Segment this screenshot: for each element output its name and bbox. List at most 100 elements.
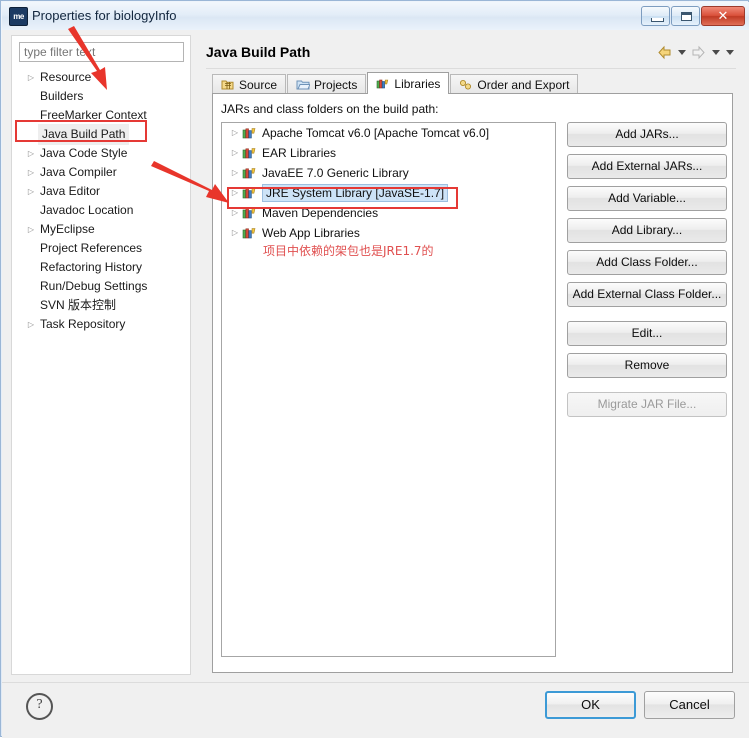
sidebar-item-resource[interactable]: ▷ Resource <box>12 68 192 87</box>
sidebar-item-refactoring-history[interactable]: Refactoring History <box>12 258 192 277</box>
settings-tree: ▷ Resource Builders FreeMarker Context Java … <box>12 68 192 334</box>
library-row[interactable]: ▷ Apache Tomcat v6.0 [Apache Tomcat v6.0] <box>222 123 555 143</box>
source-folder-icon <box>221 78 235 91</box>
forward-arrow-icon <box>690 44 707 61</box>
library-row[interactable]: ▷ JavaEE 7.0 Generic Library <box>222 163 555 183</box>
sidebar-item-java-code-style[interactable]: ▷ Java Code Style <box>12 144 192 163</box>
expand-arrow-icon[interactable]: ▷ <box>228 183 242 203</box>
sidebar-item-run-debug-settings[interactable]: Run/Debug Settings <box>12 277 192 296</box>
sidebar-item-task-repository[interactable]: ▷ Task Repository <box>12 315 192 334</box>
myeclipse-icon: me <box>9 7 28 26</box>
view-menu-icon[interactable] <box>724 44 735 60</box>
sidebar-item-myeclipse[interactable]: ▷ MyEclipse <box>12 220 192 239</box>
page-nav <box>656 42 735 62</box>
library-label: Apache Tomcat v6.0 [Apache Tomcat v6.0] <box>262 126 490 140</box>
libraries-button-column: Add JARs... Add External JARs... Add Varia… <box>567 122 727 424</box>
library-row[interactable]: ▷ Maven Dependencies <box>222 203 555 223</box>
maximize-button[interactable] <box>671 6 700 26</box>
expand-arrow-icon[interactable]: ▷ <box>24 220 38 239</box>
library-label: EAR Libraries <box>262 146 337 160</box>
sidebar-item-builders[interactable]: Builders <box>12 87 192 106</box>
library-label: Web App Libraries <box>262 226 360 240</box>
library-row[interactable]: ▷ EAR Libraries <box>222 143 555 163</box>
tab-source[interactable]: Source <box>212 74 287 94</box>
title-separator <box>206 68 736 69</box>
sidebar-item-java-compiler[interactable]: ▷ Java Compiler <box>12 163 192 182</box>
filter-input[interactable] <box>19 42 184 62</box>
projects-folder-icon <box>296 78 311 91</box>
libraries-tab-panel: JARs and class folders on the build path… <box>212 93 733 673</box>
add-class-folder-button[interactable]: Add Class Folder... <box>567 250 727 275</box>
sidebar-item-label: Resource <box>40 70 92 84</box>
tab-label: Order and Export <box>477 77 570 92</box>
title-bar: me Properties for biologyInfo ✕ <box>2 2 749 30</box>
library-row[interactable]: ▷ JRE System Library [JavaSE-1.7] <box>222 183 555 203</box>
library-icon <box>242 146 258 160</box>
tab-libraries[interactable]: Libraries <box>367 72 450 94</box>
expand-arrow-icon[interactable]: ▷ <box>228 163 242 183</box>
dialog-footer: ? OK Cancel <box>2 682 749 738</box>
libraries-list[interactable]: ▷ Apache Tomcat v6.0 [Apache Tomcat v6.0]… <box>221 122 556 657</box>
tab-order-and-export[interactable]: Order and Export <box>450 74 579 94</box>
edit-button[interactable]: Edit... <box>567 321 727 346</box>
sidebar-item-label: MyEclipse <box>40 222 95 236</box>
properties-dialog: me Properties for biologyInfo ✕ ▷Resourc… <box>0 0 749 738</box>
expand-arrow-icon[interactable]: ▷ <box>228 123 242 143</box>
library-icon <box>242 126 258 140</box>
sidebar-item-svn[interactable]: SVN 版本控制 <box>12 296 192 315</box>
remove-button[interactable]: Remove <box>567 353 727 378</box>
sidebar-item-freemarker-context[interactable]: FreeMarker Context <box>12 106 192 125</box>
add-external-class-folder-button[interactable]: Add External Class Folder... <box>567 282 727 307</box>
tab-projects[interactable]: Projects <box>287 74 367 94</box>
maximize-icon <box>681 12 692 21</box>
forward-dropdown-icon[interactable] <box>710 44 721 60</box>
add-library-button[interactable]: Add Library... <box>567 218 727 243</box>
sidebar-item-label: FreeMarker Context <box>40 108 147 122</box>
tab-label: Projects <box>314 77 358 92</box>
settings-page: Java Build Path Source Projects Libraries O… <box>198 30 743 680</box>
cancel-button[interactable]: Cancel <box>644 691 735 719</box>
order-export-icon <box>459 78 473 91</box>
add-jars-button[interactable]: Add JARs... <box>567 122 727 147</box>
library-icon <box>242 226 258 240</box>
library-icon <box>242 166 258 180</box>
sidebar-item-label: Javadoc Location <box>40 203 134 217</box>
sidebar-item-label: Builders <box>40 89 84 103</box>
back-arrow-icon[interactable] <box>656 44 673 61</box>
sidebar-item-label: Java Compiler <box>40 165 117 179</box>
expand-arrow-icon[interactable]: ▷ <box>24 163 38 182</box>
sidebar-item-label: Java Build Path <box>38 124 130 145</box>
library-icon <box>242 206 258 220</box>
settings-tree-pane: ▷ResourceBuildersFreeMarker ContextJava … <box>11 35 191 675</box>
annotation-note: 项目中依赖的架包也是JRE1.7的 <box>263 244 434 258</box>
expand-arrow-icon[interactable]: ▷ <box>24 315 38 334</box>
sidebar-item-label: Java Code Style <box>40 146 128 160</box>
minimize-button[interactable] <box>641 6 670 26</box>
minimize-icon <box>651 18 664 22</box>
footer-buttons: OK Cancel <box>545 691 735 719</box>
ok-button[interactable]: OK <box>545 691 636 719</box>
window-controls: ✕ <box>641 6 745 27</box>
libraries-icon <box>376 77 390 90</box>
expand-arrow-icon[interactable]: ▷ <box>228 143 242 163</box>
back-dropdown-icon[interactable] <box>676 44 687 60</box>
sidebar-item-javadoc-location[interactable]: Javadoc Location <box>12 201 192 220</box>
expand-arrow-icon[interactable]: ▷ <box>24 68 38 87</box>
expand-arrow-icon[interactable]: ▷ <box>228 223 242 243</box>
close-icon: ✕ <box>717 8 729 23</box>
sidebar-item-java-build-path[interactable]: Java Build Path <box>12 124 192 145</box>
expand-arrow-icon[interactable]: ▷ <box>24 144 38 163</box>
add-external-jars-button[interactable]: Add External JARs... <box>567 154 727 179</box>
migrate-jar-file-button: Migrate JAR File... <box>567 392 727 417</box>
expand-arrow-icon[interactable]: ▷ <box>228 203 242 223</box>
add-variable-button[interactable]: Add Variable... <box>567 186 727 211</box>
library-row[interactable]: ▷ Web App Libraries <box>222 223 555 243</box>
sidebar-item-project-references[interactable]: Project References <box>12 239 192 258</box>
expand-arrow-icon[interactable]: ▷ <box>24 182 38 201</box>
sidebar-item-label: Java Editor <box>40 184 101 198</box>
sidebar-item-java-editor[interactable]: ▷ Java Editor <box>12 182 192 201</box>
sidebar-item-label: Task Repository <box>40 317 126 331</box>
close-button[interactable]: ✕ <box>701 6 745 26</box>
library-icon <box>242 186 258 200</box>
help-icon[interactable]: ? <box>26 693 53 720</box>
